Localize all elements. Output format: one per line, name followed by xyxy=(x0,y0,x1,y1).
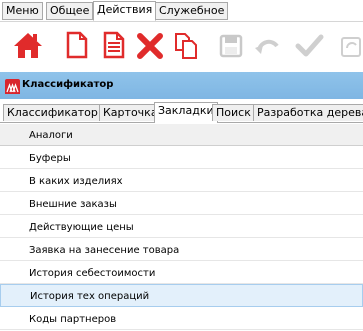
delete-icon[interactable] xyxy=(134,28,166,62)
list-item[interactable]: В каких изделиях xyxy=(0,169,363,192)
list-item-selected[interactable]: История тех операций xyxy=(0,284,363,307)
refresh-icon[interactable] xyxy=(338,28,363,62)
list-item[interactable]: Заявка на занесение товара xyxy=(0,238,363,261)
tab-strip: Классификатор Карточка Закладки Поиск Ра… xyxy=(0,100,363,123)
save-icon[interactable] xyxy=(214,28,246,62)
copy-icon[interactable] xyxy=(170,28,202,62)
tab-tree-development[interactable]: Разработка дерева xyxy=(253,104,363,121)
tab-bookmarks[interactable]: Закладки xyxy=(154,102,218,123)
undo-icon[interactable] xyxy=(251,28,283,62)
window-title: Классификатор xyxy=(22,79,114,90)
app-logo-icon xyxy=(5,79,20,94)
tab-card[interactable]: Карточка xyxy=(99,104,162,121)
check-icon[interactable] xyxy=(293,28,325,62)
list-item[interactable]: История себестоимости xyxy=(0,261,363,284)
document-icon[interactable] xyxy=(97,28,129,62)
menu-bar: Меню Общее Действия Служебное xyxy=(0,0,363,21)
bookmarks-list: Аналоги Буферы В каких изделиях Внешние … xyxy=(0,123,363,330)
list-item[interactable]: Буферы xyxy=(0,146,363,169)
menu-tab-general[interactable]: Общее xyxy=(46,2,94,20)
list-item[interactable]: Действующие цены xyxy=(0,215,363,238)
home-icon[interactable] xyxy=(12,28,44,62)
tab-classifier[interactable]: Классификатор xyxy=(3,104,102,121)
list-item[interactable]: Внешние заказы xyxy=(0,192,363,215)
menu-tab-actions[interactable]: Действия xyxy=(93,1,157,21)
menu-tab-menu[interactable]: Меню xyxy=(2,2,43,20)
tab-search[interactable]: Поиск xyxy=(212,104,255,121)
toolbar xyxy=(0,21,363,72)
list-item[interactable]: Аналоги xyxy=(0,123,363,146)
new-document-icon[interactable] xyxy=(60,28,92,62)
list-item[interactable]: Коды партнеров xyxy=(0,307,363,330)
menu-tab-service[interactable]: Служебное xyxy=(155,2,229,20)
window-title-bar: Классификатор xyxy=(0,72,363,99)
